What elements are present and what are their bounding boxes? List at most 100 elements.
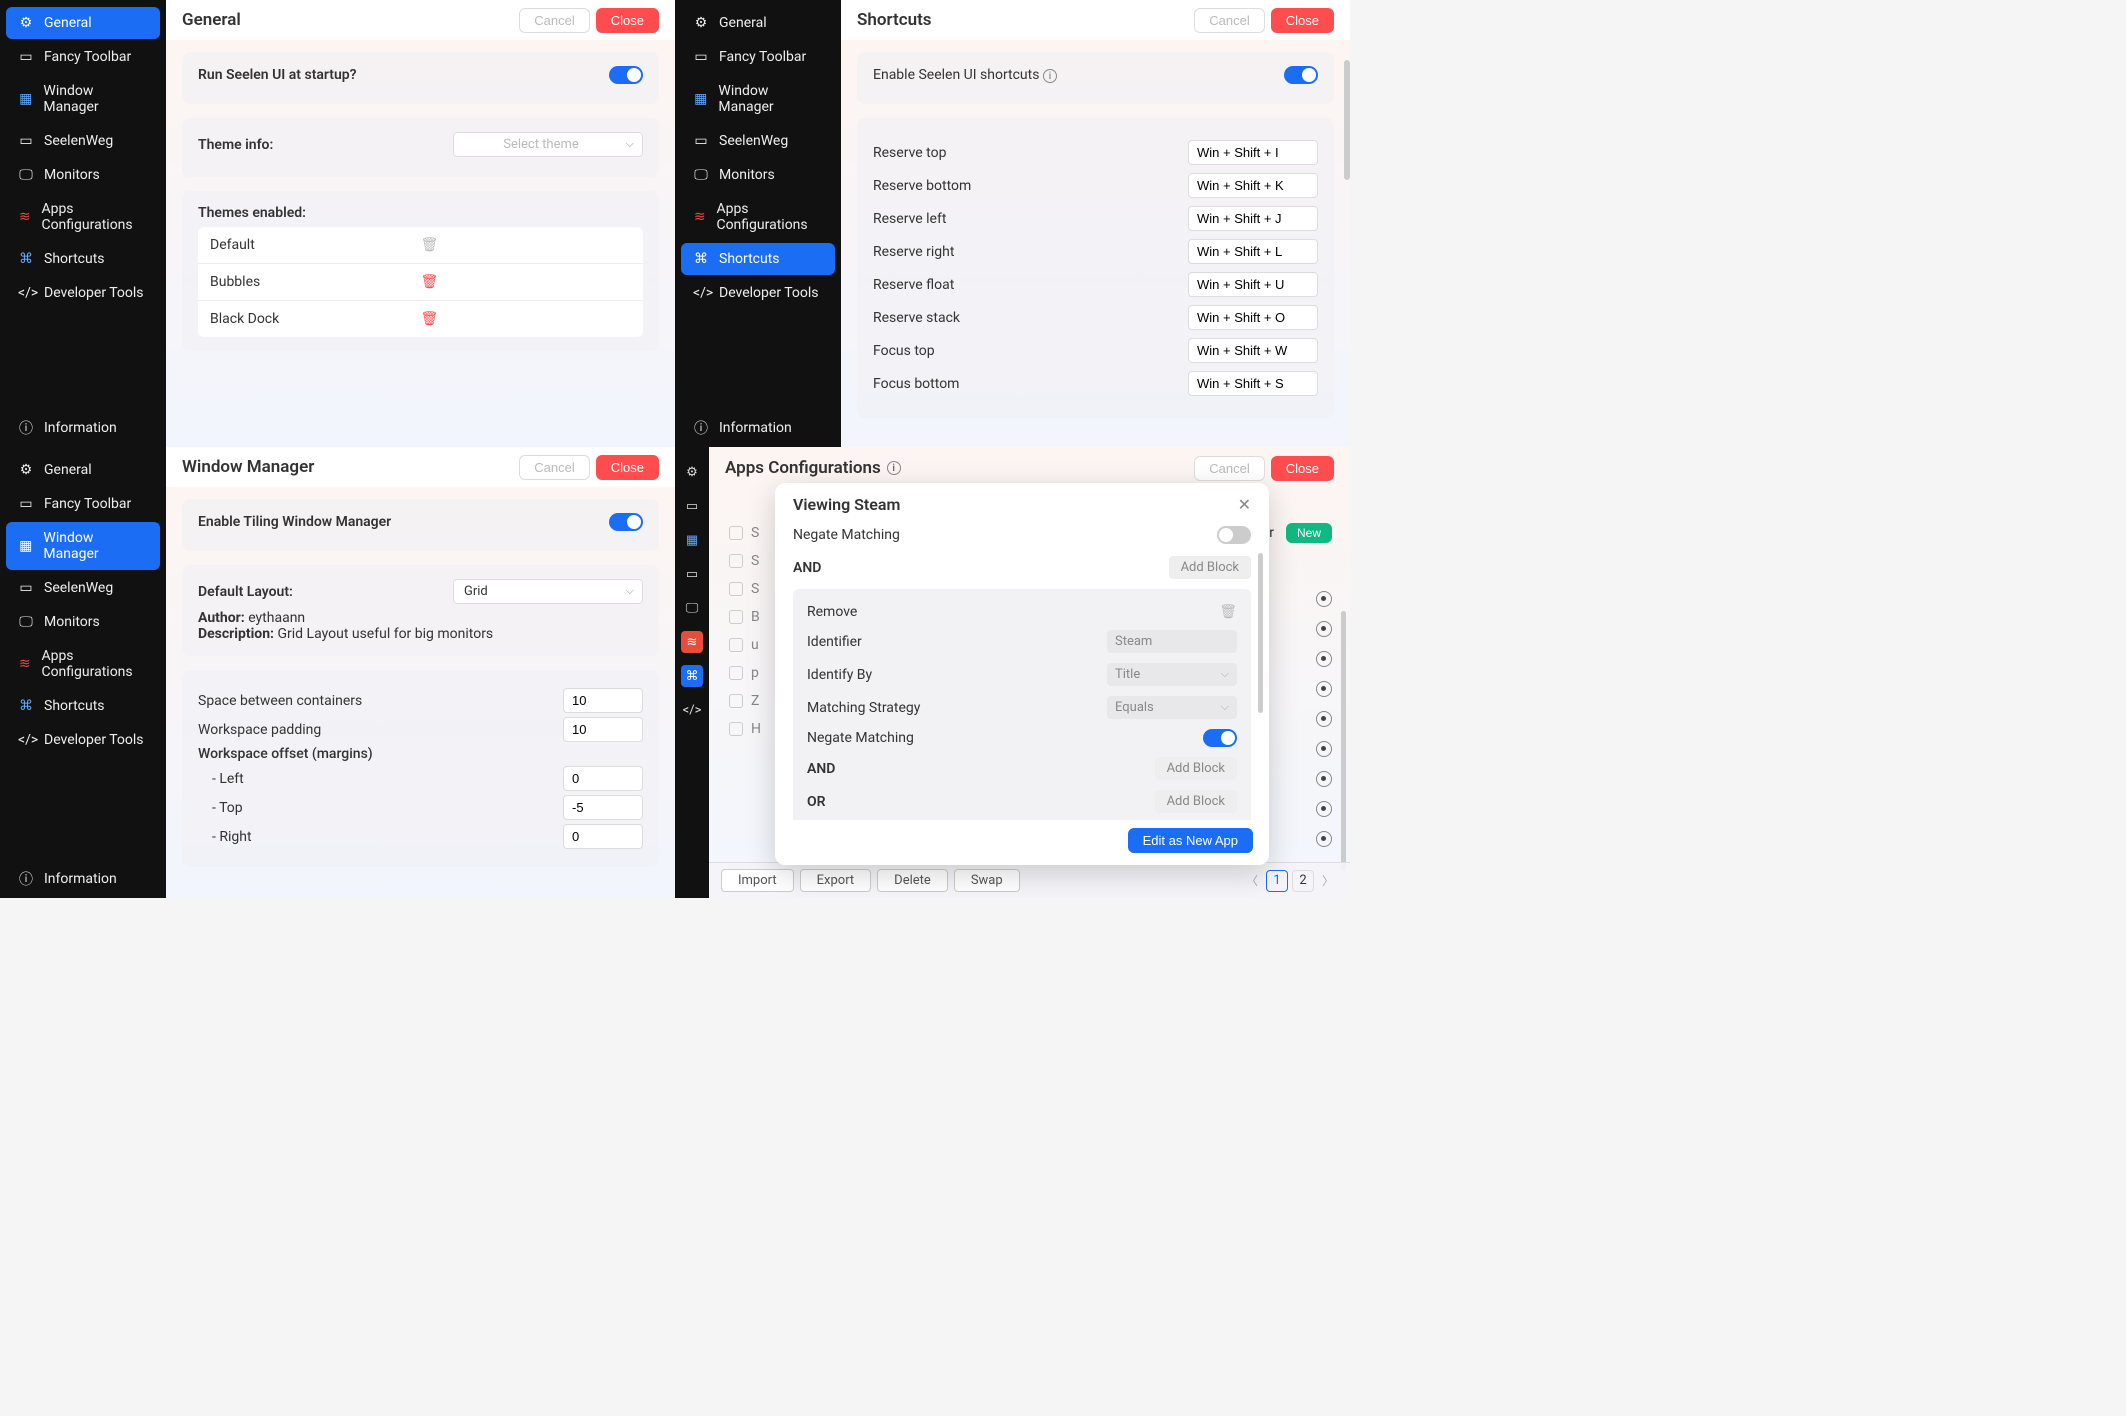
sidebar-item-monitors[interactable]: 🖵Monitors	[6, 159, 160, 191]
shortcut-input[interactable]	[1188, 305, 1318, 330]
shortcut-input[interactable]	[1188, 272, 1318, 297]
eye-icon[interactable]	[1316, 801, 1332, 817]
sidebar-item-dev-tools[interactable]: </>Developer Tools	[681, 277, 835, 309]
shortcut-input[interactable]	[1188, 140, 1318, 165]
run-startup-toggle[interactable]	[609, 66, 643, 84]
offset-left-input[interactable]	[563, 766, 643, 791]
sidebar-item-shortcuts[interactable]: ⌘Shortcuts	[681, 243, 835, 275]
sidebar-item-seelenweg[interactable]: ▭SeelenWeg	[6, 572, 160, 604]
page-1[interactable]: 1	[1266, 870, 1288, 892]
checkbox[interactable]	[729, 722, 743, 736]
dock-icon[interactable]: ▭	[681, 563, 703, 585]
eye-icon[interactable]	[1316, 621, 1332, 637]
negate-toggle[interactable]	[1217, 526, 1251, 544]
trash-icon[interactable]: 🗑	[421, 274, 632, 290]
sidebar-item-fancy-toolbar[interactable]: ▭Fancy Toolbar	[6, 488, 160, 520]
export-button[interactable]: Export	[800, 869, 872, 892]
cancel-button[interactable]: Cancel	[1194, 8, 1264, 33]
sidebar-item-dev-tools[interactable]: </>Developer Tools	[6, 277, 160, 309]
add-block-button[interactable]: Add Block	[1169, 556, 1251, 579]
scrollbar[interactable]	[1344, 60, 1350, 180]
padding-input[interactable]	[563, 717, 643, 742]
offset-right-input[interactable]	[563, 824, 643, 849]
delete-button[interactable]: Delete	[877, 869, 948, 892]
cancel-button[interactable]: Cancel	[519, 8, 589, 33]
keyboard-icon[interactable]: ⌘	[681, 665, 703, 687]
sidebar-item-monitors[interactable]: 🖵Monitors	[6, 606, 160, 638]
cancel-button[interactable]: Cancel	[1194, 456, 1264, 481]
info-icon[interactable]: i	[1043, 69, 1057, 83]
theme-item[interactable]: Bubbles🗑	[198, 264, 643, 301]
trash-icon[interactable]: 🗑	[421, 237, 632, 253]
shortcut-input[interactable]	[1188, 173, 1318, 198]
shortcut-input[interactable]	[1188, 371, 1318, 396]
trash-icon[interactable]: 🗑	[421, 311, 632, 327]
checkbox[interactable]	[729, 554, 743, 568]
sidebar-item-general[interactable]: ⚙General	[6, 7, 160, 39]
cancel-button[interactable]: Cancel	[519, 455, 589, 480]
sidebar-item-shortcuts[interactable]: ⌘Shortcuts	[6, 690, 160, 722]
scrollbar[interactable]	[1341, 611, 1346, 871]
page-2[interactable]: 2	[1292, 870, 1314, 892]
sidebar-item-shortcuts[interactable]: ⌘Shortcuts	[6, 243, 160, 275]
close-icon[interactable]: ✕	[1238, 495, 1251, 514]
space-input[interactable]	[563, 688, 643, 713]
shortcut-input[interactable]	[1188, 239, 1318, 264]
toolbar-icon[interactable]: ▭	[681, 495, 703, 517]
eye-icon[interactable]	[1316, 831, 1332, 847]
sidebar-item-seelenweg[interactable]: ▭SeelenWeg	[681, 125, 835, 157]
code-icon[interactable]: </>	[681, 699, 703, 721]
default-layout-select[interactable]: Grid	[453, 579, 643, 604]
swap-button[interactable]: Swap	[954, 869, 1020, 892]
add-block-button[interactable]: Add Block	[1155, 757, 1237, 780]
checkbox[interactable]	[729, 638, 743, 652]
checkbox[interactable]	[729, 666, 743, 680]
monitor-icon[interactable]: 🖵	[681, 597, 703, 619]
sidebar-item-fancy-toolbar[interactable]: ▭Fancy Toolbar	[681, 41, 835, 73]
eye-icon[interactable]	[1316, 771, 1332, 787]
import-button[interactable]: Import	[721, 869, 794, 892]
eye-icon[interactable]	[1316, 681, 1332, 697]
scrollbar[interactable]	[1258, 553, 1263, 713]
layers-icon[interactable]: ≋	[681, 631, 703, 653]
eye-icon[interactable]	[1316, 711, 1332, 727]
close-button[interactable]: Close	[596, 455, 659, 480]
sidebar-item-information[interactable]: ⓘInformation	[681, 410, 835, 446]
page-prev[interactable]: 〈	[1242, 872, 1262, 889]
eye-icon[interactable]	[1316, 591, 1332, 607]
checkbox[interactable]	[729, 582, 743, 596]
offset-top-input[interactable]	[563, 795, 643, 820]
sidebar-item-information[interactable]: ⓘInformation	[6, 410, 160, 446]
close-button[interactable]: Close	[1271, 456, 1334, 481]
sidebar-item-window-manager[interactable]: ▦Window Manager	[6, 522, 160, 570]
sidebar-item-window-manager[interactable]: ▦Window Manager	[6, 75, 160, 123]
sidebar-item-monitors[interactable]: 🖵Monitors	[681, 159, 835, 191]
gear-icon[interactable]: ⚙	[681, 461, 703, 483]
sidebar-item-apps-config[interactable]: ≋Apps Configurations	[6, 640, 160, 688]
enable-tiling-toggle[interactable]	[609, 513, 643, 531]
checkbox[interactable]	[729, 610, 743, 624]
negate-toggle-2[interactable]	[1203, 729, 1237, 747]
sidebar-item-general[interactable]: ⚙General	[681, 7, 835, 39]
sidebar-item-information[interactable]: ⓘInformation	[6, 861, 160, 897]
theme-item[interactable]: Default🗑	[198, 227, 643, 264]
shortcut-input[interactable]	[1188, 206, 1318, 231]
edit-as-new-button[interactable]: Edit as New App	[1128, 828, 1253, 853]
checkbox[interactable]	[729, 526, 743, 540]
theme-item[interactable]: Black Dock🗑	[198, 301, 643, 337]
page-next[interactable]: 〉	[1318, 872, 1338, 889]
grid-icon[interactable]: ▦	[681, 529, 703, 551]
close-button[interactable]: Close	[596, 8, 659, 33]
trash-icon[interactable]: 🗑	[1219, 604, 1237, 620]
eye-icon[interactable]	[1316, 651, 1332, 667]
sidebar-item-dev-tools[interactable]: </>Developer Tools	[6, 724, 160, 756]
checkbox[interactable]	[729, 694, 743, 708]
sidebar-item-seelenweg[interactable]: ▭SeelenWeg	[6, 125, 160, 157]
info-icon[interactable]: i	[887, 461, 901, 475]
theme-select[interactable]: Select theme	[453, 132, 643, 157]
close-button[interactable]: Close	[1271, 8, 1334, 33]
sidebar-item-general[interactable]: ⚙General	[6, 454, 160, 486]
enable-shortcuts-toggle[interactable]	[1284, 66, 1318, 84]
new-button[interactable]: New	[1286, 523, 1332, 543]
sidebar-item-fancy-toolbar[interactable]: ▭Fancy Toolbar	[6, 41, 160, 73]
